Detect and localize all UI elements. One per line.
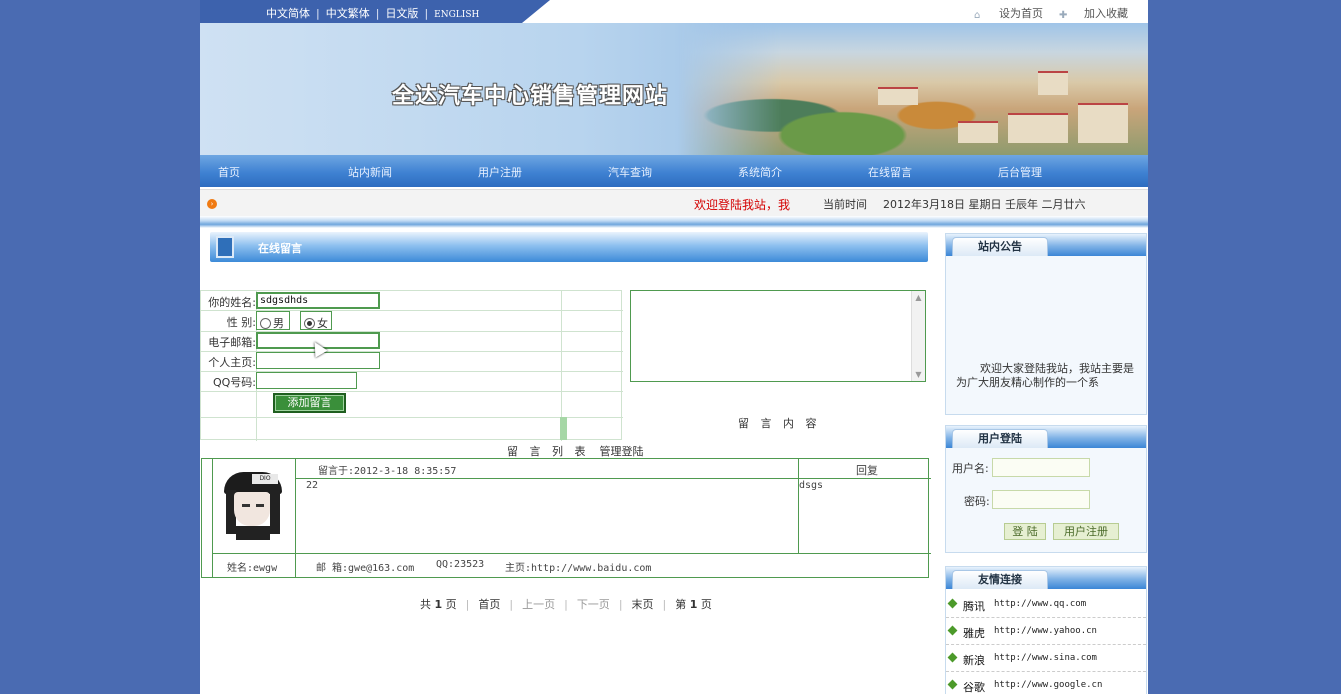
divider-stripe <box>200 216 1148 228</box>
user-avatar: DIO <box>220 470 286 540</box>
language-links: 中文简体 | 中文繁体 | 日文版 | ENGLISH <box>266 7 480 20</box>
login-box: 用户登陆 用户名: 密码: 登 陆 用户注册 <box>945 425 1147 553</box>
lang-link-simplified[interactable]: 中文简体 <box>266 7 310 20</box>
links-title: 友情连接 <box>952 570 1048 589</box>
prev-page-link[interactable]: 上一页 <box>522 598 555 611</box>
guestbook-panel-header: 在线留言 <box>210 232 928 262</box>
top-right-links: ⌂ 设为首页 ✚ 加入收藏 <box>974 5 1128 21</box>
nav-item-news[interactable]: 站内新闻 <box>348 164 392 180</box>
radio-selected-icon <box>304 318 315 329</box>
nav-item-about[interactable]: 系统简介 <box>738 164 782 180</box>
message-list-title: 留 言 列 表 <box>507 445 590 458</box>
friend-link[interactable]: 雅虎 http://www.yahoo.cn <box>946 619 1146 645</box>
message-homepage[interactable]: 主页:http://www.baidu.com <box>505 559 651 574</box>
nav-item-admin[interactable]: 后台管理 <box>998 164 1042 180</box>
notice-text: 欢迎大家登陆我站，我站主要是为广大朋友精心制作的一个系 <box>956 362 1134 389</box>
banner: 全达汽车中心销售管理网站 <box>200 23 1148 155</box>
message-qq: QQ:23523 <box>436 559 485 570</box>
content-label: 留 言 内 容 <box>738 417 821 430</box>
nav-item-register[interactable]: 用户注册 <box>478 164 522 180</box>
home-icon: ⌂ <box>974 10 981 21</box>
friend-link[interactable]: 谷歌 http://www.google.cn <box>946 673 1146 694</box>
diamond-bullet-icon <box>947 652 958 663</box>
lang-link-japanese[interactable]: 日文版 <box>385 7 418 20</box>
date-text: 2012年3月18日 星期日 壬辰年 二月廿六 <box>883 198 1086 211</box>
nav-item-home[interactable]: 首页 <box>218 164 240 180</box>
top-bar: 中文简体 | 中文繁体 | 日文版 | ENGLISH ⌂ 设为首页 ✚ 加入收藏 <box>200 0 1148 23</box>
add-message-button[interactable]: 添加留言 <box>273 393 346 413</box>
friend-link[interactable]: 腾讯 http://www.qq.com <box>946 592 1146 618</box>
add-favorite-link[interactable]: 加入收藏 <box>1084 7 1128 20</box>
lang-link-english[interactable]: ENGLISH <box>434 10 479 20</box>
message-author-name: 姓名:ewgw <box>227 563 278 574</box>
monitor-icon <box>216 236 234 258</box>
site-title: 全达汽车中心销售管理网站 <box>392 83 669 109</box>
first-page-link[interactable]: 首页 <box>478 598 500 611</box>
last-page-link[interactable]: 末页 <box>632 598 654 611</box>
pagination: 共 1 页 | 首页 | 上一页 | 下一页 | 末页 | 第 1 页 <box>420 598 712 611</box>
set-home-link[interactable]: 设为首页 <box>999 7 1043 20</box>
message-reply: dsgs <box>799 480 824 491</box>
status-bar: › 欢迎登陆我站，我 当前时间 2012年3月18日 星期日 壬辰年 二月廿六 <box>200 189 1148 216</box>
arrow-bullet-icon: › <box>207 199 217 209</box>
total-pages: 1 <box>434 598 443 611</box>
diamond-bullet-icon <box>947 598 958 609</box>
gender-male-radio[interactable]: 男 <box>260 315 284 331</box>
qq-input[interactable] <box>256 372 357 389</box>
notice-box: 站内公告 欢迎大家登陆我站，我站主要是为广大朋友精心制作的一个系 <box>945 233 1147 415</box>
gender-female-radio[interactable]: 女 <box>304 315 328 331</box>
scroll-down-icon[interactable]: ▼ <box>912 368 925 381</box>
manage-login-link[interactable]: 管理登陆 <box>600 445 644 458</box>
panel-title: 在线留言 <box>258 242 302 255</box>
gender-label: 性 别: <box>226 316 256 329</box>
diamond-bullet-icon <box>947 625 958 636</box>
form-decoration <box>560 417 567 440</box>
username-label: 用户名: <box>952 462 989 475</box>
diamond-bullet-icon <box>947 679 958 690</box>
plus-icon: ✚ <box>1059 10 1068 21</box>
message-email: 邮 箱:gwe@163.com <box>316 563 415 574</box>
name-input[interactable]: sdgsdhds <box>256 292 380 309</box>
scroll-up-icon[interactable]: ▲ <box>912 291 925 304</box>
next-page-link[interactable]: 下一页 <box>577 598 610 611</box>
register-button[interactable]: 用户注册 <box>1053 523 1119 540</box>
username-input[interactable] <box>992 458 1090 477</box>
password-label: 密码: <box>964 495 990 508</box>
lang-link-traditional[interactable]: 中文繁体 <box>326 7 370 20</box>
message-posted-time: 留言于:2012-3-18 8:35:57 <box>318 466 457 477</box>
qq-label: QQ号码: <box>212 376 256 389</box>
page: 中文简体 | 中文繁体 | 日文版 | ENGLISH ⌂ 设为首页 ✚ 加入收藏 全达汽车中心销… <box>200 0 1148 694</box>
homepage-label: 个人主页: <box>208 356 256 369</box>
nav-item-guestbook[interactable]: 在线留言 <box>868 164 912 180</box>
reply-header: 回复 <box>856 464 878 477</box>
textarea-scrollbar[interactable]: ▲ ▼ <box>911 291 925 381</box>
main-nav: 首页 站内新闻 用户注册 汽车查询 系统简介 在线留言 后台管理 <box>200 155 1148 187</box>
notice-title: 站内公告 <box>952 237 1048 256</box>
nav-item-car-search[interactable]: 汽车查询 <box>608 164 652 180</box>
message-content-textarea[interactable]: ▲ ▼ <box>630 290 926 382</box>
email-label: 电子邮箱: <box>208 336 256 349</box>
friend-links-box: 友情连接 腾讯 http://www.qq.com 雅虎 http://www.ya… <box>945 566 1147 694</box>
radio-icon <box>260 318 271 329</box>
current-date: 当前时间 2012年3月18日 星期日 壬辰年 二月廿六 <box>823 196 1085 212</box>
login-button[interactable]: 登 陆 <box>1004 523 1046 540</box>
friend-link[interactable]: 新浪 http://www.sina.com <box>946 646 1146 672</box>
login-title: 用户登陆 <box>952 429 1048 448</box>
current-page: 1 <box>689 598 698 611</box>
name-label: 你的姓名: <box>208 296 256 309</box>
banner-city-image <box>678 23 1148 155</box>
welcome-marquee: 欢迎登陆我站，我 <box>694 198 791 212</box>
time-label: 当前时间 <box>823 198 867 211</box>
message-list-caption: 留 言 列 表管理登陆 <box>507 443 644 459</box>
message-content: 22 <box>306 480 319 491</box>
password-input[interactable] <box>992 490 1090 509</box>
